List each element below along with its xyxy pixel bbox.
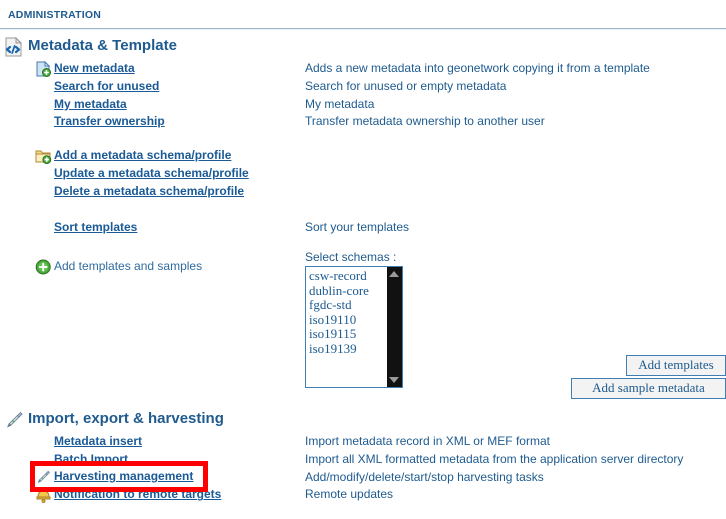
link-search-for-unused[interactable]: Search for unused: [54, 78, 159, 96]
desc-notification-remote-targets: Remote updates: [305, 487, 394, 502]
desc-sort-templates: Sort your templates: [305, 219, 410, 234]
desc-transfer-ownership: Transfer metadata ownership to another u…: [305, 114, 545, 129]
list-item[interactable]: csw-record: [309, 268, 387, 284]
row-new-metadata: New metadata Adds a new metadata into ge…: [0, 60, 726, 78]
desc-search-for-unused: Search for unused or empty metadata: [305, 78, 507, 93]
row-my-metadata: My metadata My metadata: [0, 96, 726, 114]
link-new-metadata[interactable]: New metadata: [54, 60, 135, 78]
code-page-icon: [3, 36, 25, 58]
row-spacer-1: [0, 131, 726, 147]
add-sample-metadata-button[interactable]: Add sample metadata: [571, 378, 726, 399]
desc-harvesting-management: Add/modify/delete/start/stop harvesting …: [305, 469, 544, 484]
row-notification-remote-targets: Notification to remote targets Remote up…: [0, 486, 726, 504]
link-add-metadata-schema[interactable]: Add a metadata schema/profile: [54, 147, 231, 165]
link-sort-templates[interactable]: Sort templates: [54, 219, 137, 237]
desc-batch-import: Import all XML formatted metadata from t…: [305, 451, 684, 466]
scroll-down-arrow-icon[interactable]: [389, 377, 399, 383]
schema-select-label: Select schemas :: [305, 250, 397, 264]
section-import-export-harvesting: Import, export & harvesting Metadata ins…: [0, 407, 726, 504]
desc-my-metadata: My metadata: [305, 96, 375, 111]
list-item[interactable]: dublin-core: [309, 283, 387, 299]
template-action-buttons: Add templates Add sample metadata: [571, 355, 726, 401]
row-sort-templates: Sort templates Sort your templates: [0, 219, 726, 237]
list-item[interactable]: iso19110: [309, 312, 387, 328]
list-item[interactable]: iso19139: [309, 341, 387, 357]
link-delete-metadata-schema[interactable]: Delete a metadata schema/profile: [54, 183, 244, 201]
section-metadata-template: Metadata & Template New metadata Adds a …: [0, 34, 726, 276]
link-metadata-insert[interactable]: Metadata insert: [54, 433, 142, 451]
link-harvesting-management[interactable]: Harvesting management: [54, 468, 193, 486]
list-item[interactable]: fgdc-std: [309, 297, 387, 313]
pen-icon: [35, 469, 52, 485]
row-update-schema: Update a metadata schema/profile: [0, 165, 726, 183]
breadcrumb: ADMINISTRATION: [8, 9, 102, 21]
metadata-link-list: New metadata Adds a new metadata into ge…: [0, 60, 726, 276]
bell-icon: [35, 487, 52, 504]
desc-metadata-insert: Import metadata record in XML or MEF for…: [305, 434, 550, 448]
schema-select-block: Select schemas : csw-record dublin-core …: [305, 250, 403, 388]
row-delete-schema: Delete a metadata schema/profile: [0, 183, 726, 201]
row-search-for-unused: Search for unused Search for unused or e…: [0, 78, 726, 96]
link-update-metadata-schema[interactable]: Update a metadata schema/profile: [54, 165, 249, 183]
link-notification-remote-targets[interactable]: Notification to remote targets: [54, 486, 221, 504]
label-add-templates-and-samples: Add templates and samples: [54, 259, 203, 274]
row-spacer-2: [0, 201, 726, 219]
section-header: Import, export & harvesting: [0, 407, 726, 433]
folder-add-icon: [35, 148, 52, 165]
schema-option-list[interactable]: csw-record dublin-core fgdc-std iso19110…: [306, 267, 387, 356]
link-my-metadata[interactable]: My metadata: [54, 96, 127, 114]
link-transfer-ownership[interactable]: Transfer ownership: [54, 113, 165, 131]
schema-listbox[interactable]: csw-record dublin-core fgdc-std iso19110…: [305, 266, 403, 388]
scroll-up-arrow-icon[interactable]: [389, 271, 399, 277]
section-header: Metadata & Template: [0, 34, 726, 60]
page-add-icon: [35, 60, 52, 77]
row-add-schema: Add a metadata schema/profile: [0, 147, 726, 165]
breadcrumb-bar: ADMINISTRATION: [0, 0, 726, 28]
row-transfer-ownership: Transfer ownership Transfer metadata own…: [0, 113, 726, 131]
list-item[interactable]: iso19115: [309, 326, 387, 342]
section-title: Metadata & Template: [28, 37, 177, 54]
section-title: Import, export & harvesting: [28, 410, 224, 427]
header-divider: [0, 28, 726, 30]
desc-new-metadata: Adds a new metadata into geonetwork copy…: [305, 61, 650, 75]
pen-icon: [3, 409, 25, 431]
schema-listbox-scrollbar[interactable]: [387, 267, 402, 387]
row-metadata-insert: Metadata insert Import metadata record i…: [0, 433, 726, 451]
add-templates-button[interactable]: Add templates: [626, 355, 726, 376]
green-plus-icon: [35, 259, 52, 275]
